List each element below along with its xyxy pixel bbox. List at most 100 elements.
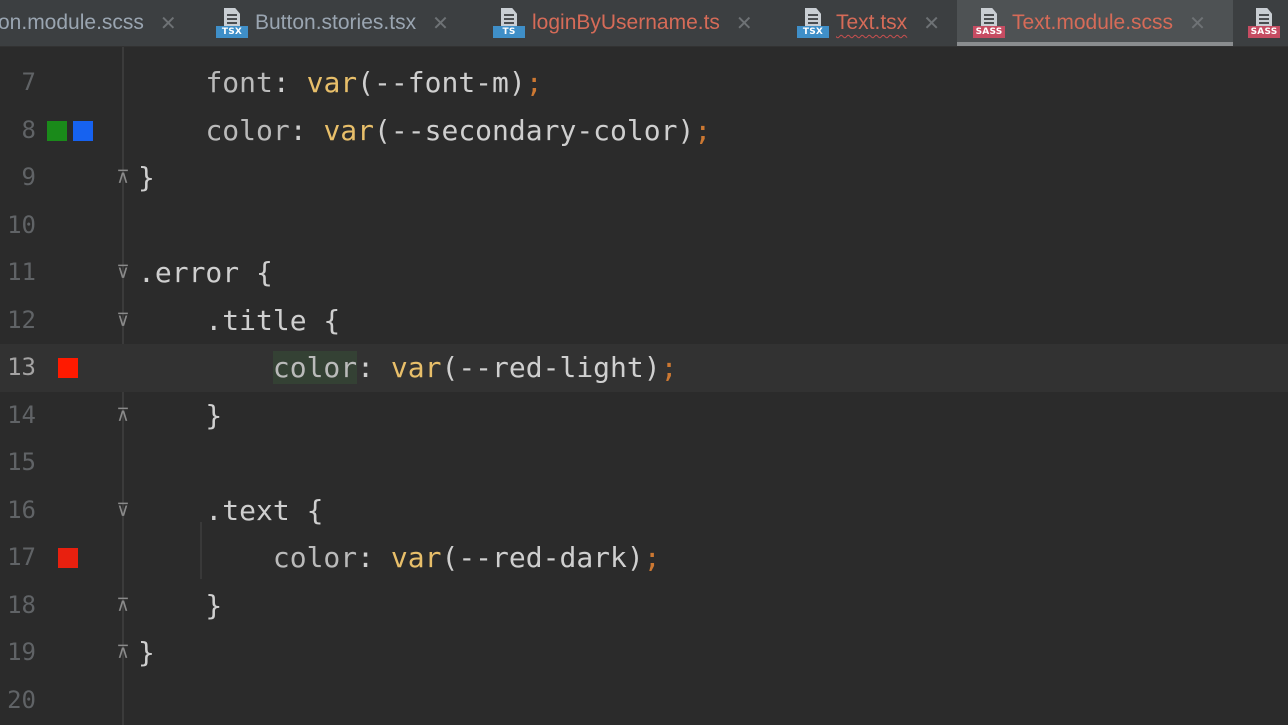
line-number: 7 — [21, 68, 36, 96]
line-number: 14 — [7, 400, 36, 429]
code-text: font: var(--font-m); — [138, 59, 543, 107]
tsx-file-icon: TSX — [216, 7, 248, 39]
line-number: 13 — [7, 353, 36, 381]
tab-overflow-scss[interactable]: SASS — [1248, 0, 1287, 46]
code-line[interactable]: 13 color: var(--red-light); — [0, 344, 1288, 392]
tab-text-tsx[interactable]: TSX Text.tsx ✕ — [797, 0, 940, 46]
color-swatch-icon[interactable] — [58, 358, 78, 378]
fold-close-icon[interactable]: ⊼ — [113, 642, 133, 664]
fold-close-icon[interactable]: ⊼ — [113, 595, 133, 617]
code-line[interactable]: 20 — [0, 677, 1288, 725]
fold-open-icon[interactable]: ⊽ — [113, 262, 133, 284]
tab-label: on.module.scss — [0, 11, 144, 34]
separator: : — [357, 541, 391, 574]
editor-tab-bar: on.module.scss ✕ TSX Button.stories.tsx … — [0, 0, 1288, 47]
close-icon[interactable]: ✕ — [1189, 11, 1206, 35]
paren: ( — [441, 541, 459, 574]
separator: : — [289, 113, 324, 147]
ide-window: on.module.scss ✕ TSX Button.stories.tsx … — [0, 0, 1288, 725]
line-number: 9 — [21, 163, 36, 191]
code-line[interactable]: 17 color: var(--red-dark); — [0, 534, 1288, 582]
close-icon[interactable]: ✕ — [432, 11, 449, 35]
separator: : — [272, 66, 307, 99]
code-line[interactable]: 16 ⊽ .text { — [0, 487, 1288, 535]
paren: ( — [357, 66, 375, 99]
tab-on-module-scss[interactable]: on.module.scss ✕ — [0, 0, 177, 46]
code-text: } — [138, 154, 155, 202]
code-line[interactable]: 12 ⊽ .title { — [0, 297, 1288, 345]
code-text: .error { — [138, 249, 273, 297]
function-name: var — [323, 113, 375, 147]
fold-close-icon[interactable]: ⊼ — [113, 405, 133, 427]
code-line[interactable]: 7 font: var(--font-m); — [0, 59, 1288, 107]
tab-label: loginByUsername.ts — [532, 11, 720, 34]
paren: ) — [643, 351, 661, 384]
code-text: .title { — [138, 297, 340, 345]
code-text: } — [138, 629, 155, 677]
tab-label: Text.tsx — [836, 11, 908, 34]
fold-open-icon[interactable]: ⊽ — [113, 310, 133, 332]
code-token: } — [138, 398, 223, 432]
code-line[interactable]: 10 — [0, 202, 1288, 250]
code-text: color: var(--red-light); — [138, 344, 677, 392]
code-text: color: var(--secondary-color); — [138, 107, 711, 155]
function-name: var — [390, 351, 442, 384]
property-name: color — [272, 541, 358, 574]
tab-label: Text.module.scss — [1012, 11, 1174, 34]
code-text: } — [138, 392, 222, 440]
color-swatch-icon[interactable] — [47, 120, 67, 141]
tab-login-by-username[interactable]: TS loginByUsername.ts ✕ — [493, 0, 753, 46]
code-line[interactable]: 19 ⊼} — [0, 629, 1288, 677]
semicolon: ; — [660, 351, 678, 384]
paren: ( — [374, 113, 391, 147]
code-line[interactable]: 14 ⊼ } — [0, 392, 1288, 440]
fold-open-icon[interactable]: ⊽ — [113, 500, 133, 522]
sass-file-icon: SASS — [1248, 7, 1280, 39]
property-name: font — [205, 66, 273, 99]
code-text: } — [138, 582, 222, 630]
ts-file-icon: TS — [493, 7, 525, 39]
fold-close-icon[interactable]: ⊼ — [113, 167, 133, 189]
function-name: var — [306, 66, 358, 99]
variable-ref: --red-dark — [458, 541, 627, 574]
tab-button-stories[interactable]: TSX Button.stories.tsx ✕ — [216, 0, 449, 46]
color-swatch-icon[interactable] — [73, 120, 93, 141]
line-number: 8 — [21, 115, 36, 144]
code-token: } — [138, 161, 155, 194]
tsx-file-icon: TSX — [797, 7, 829, 39]
line-number: 11 — [7, 258, 36, 286]
code-line[interactable]: 11 ⊽ .error { — [0, 249, 1288, 297]
tab-text-module-scss[interactable]: SASS Text.module.scss ✕ — [957, 0, 1233, 46]
property-name: color — [272, 351, 358, 384]
paren: ) — [508, 66, 526, 99]
code-token: } — [138, 636, 155, 669]
close-icon[interactable]: ✕ — [160, 11, 177, 35]
color-swatch-icon[interactable] — [58, 548, 78, 568]
close-icon[interactable]: ✕ — [736, 11, 753, 35]
code-line[interactable]: 8 color: var(--secondary-color); — [0, 107, 1288, 155]
semicolon: ; — [525, 66, 543, 99]
variable-ref: --font-m — [374, 66, 509, 99]
code-token: .error { — [138, 256, 273, 289]
line-number: 16 — [7, 495, 36, 524]
tab-label: Button.stories.tsx — [255, 11, 417, 34]
close-icon[interactable]: ✕ — [923, 11, 940, 35]
code-token: .title { — [138, 303, 341, 337]
code-text: color: var(--red-dark); — [138, 534, 661, 582]
code-line[interactable]: 9 ⊼} — [0, 154, 1288, 202]
paren: ( — [441, 351, 459, 384]
line-number: 10 — [7, 210, 36, 239]
sass-file-icon: SASS — [973, 7, 1005, 39]
code-line[interactable]: 15 — [0, 439, 1288, 487]
code-line[interactable]: 18 ⊼ } — [0, 582, 1288, 630]
paren: ) — [626, 541, 644, 574]
code-editor[interactable]: 7 font: var(--font-m); 8 color: var(--sec… — [0, 47, 1288, 725]
line-number: 20 — [7, 685, 36, 714]
paren: ) — [677, 113, 695, 147]
semicolon: ; — [643, 541, 661, 574]
code-text: .text { — [138, 487, 323, 535]
